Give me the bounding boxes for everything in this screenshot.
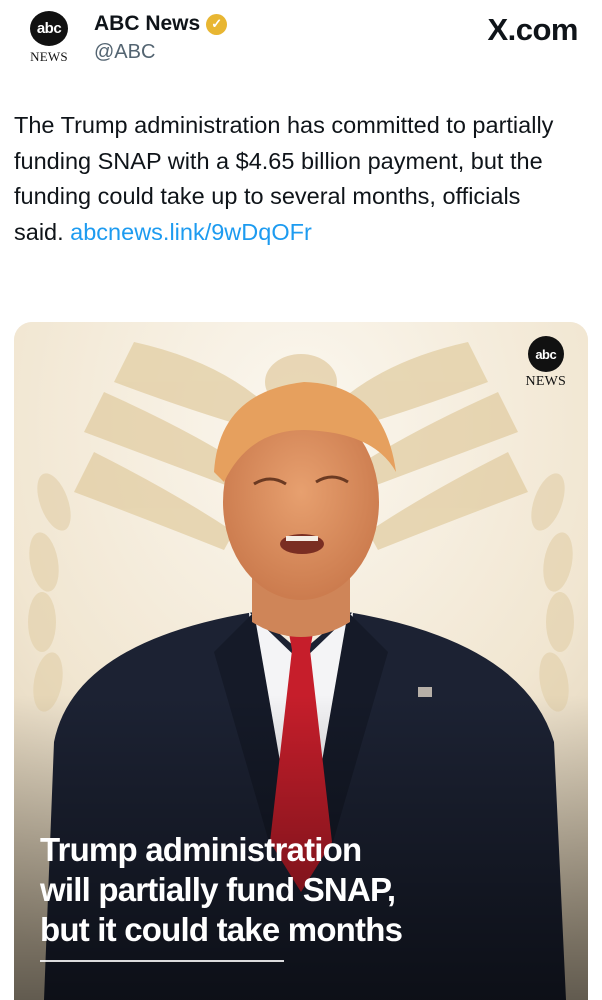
avatar-caption: NEWS — [30, 49, 68, 64]
media-headline: Trump administration will partially fund… — [40, 830, 560, 950]
account-info: ABC News ✓ @ABC — [94, 12, 228, 64]
headline-underline — [40, 960, 284, 962]
name-row: ABC News ✓ — [94, 12, 228, 36]
tweet-link[interactable]: abcnews.link/9wDqOFr — [70, 219, 312, 245]
media-logo: abc NEWS — [526, 336, 566, 390]
headline-line: will partially fund SNAP, — [40, 871, 396, 908]
abc-logo-icon: abc — [527, 336, 564, 372]
display-name[interactable]: ABC News — [94, 12, 200, 36]
avatar[interactable]: abc NEWS — [24, 11, 74, 65]
media-logo-caption: NEWS — [525, 374, 566, 389]
user-handle[interactable]: @ABC — [94, 41, 227, 64]
tweet-text: The Trump administration has committed t… — [14, 108, 574, 250]
abc-logo-icon: abc — [30, 11, 68, 46]
verified-badge-icon: ✓ — [206, 13, 228, 35]
tweet-screenshot: abc NEWS ABC News ✓ @ABC X.com The Trump… — [0, 0, 602, 1000]
media-card[interactable]: abc NEWS Trump administration will parti… — [14, 322, 588, 1000]
headline-line: Trump administration — [40, 831, 362, 868]
site-brand: X.com — [487, 12, 578, 47]
headline-line: but it could take months — [40, 911, 403, 948]
